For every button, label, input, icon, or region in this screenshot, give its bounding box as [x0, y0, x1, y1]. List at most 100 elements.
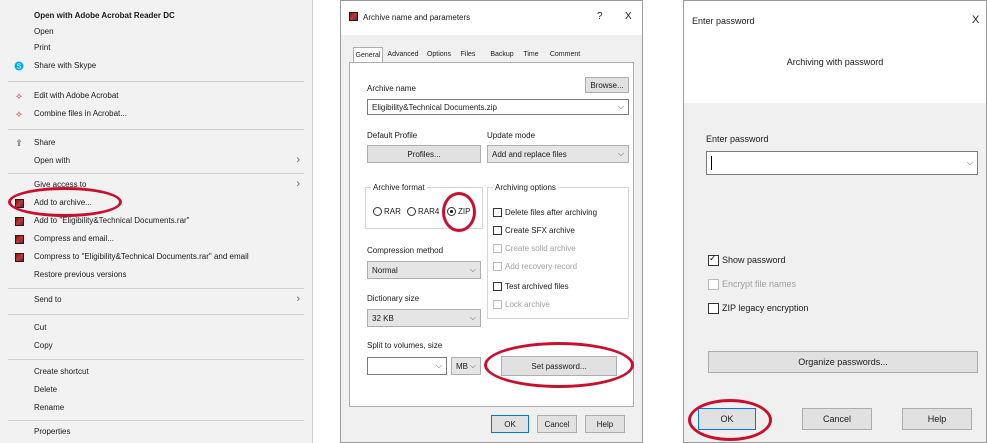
menu-item-combine-acrobat[interactable]: ⟡ Combine files in Acrobat... — [0, 106, 312, 122]
show-password-checkbox[interactable] — [708, 253, 719, 266]
create-sfx-label: Create SFX archive — [505, 226, 575, 235]
tab-advanced[interactable]: Advanced — [385, 47, 421, 62]
title-bar: Archive name and parameters ? X — [341, 1, 642, 35]
create-sfx-checkbox[interactable] — [493, 226, 502, 235]
tab-time[interactable]: Time — [519, 47, 543, 62]
split-unit-select[interactable]: MB ⌵ — [451, 357, 481, 375]
test-files-checkbox[interactable] — [493, 282, 502, 291]
skype-icon: S — [14, 61, 24, 71]
menu-item-send-to[interactable]: Send to › — [0, 292, 312, 308]
winrar-icon — [14, 216, 24, 226]
share-icon: ⇪ — [15, 137, 23, 148]
update-mode-select[interactable]: Add and replace files ⌵ — [487, 145, 629, 163]
cancel-button[interactable]: Cancel — [802, 408, 872, 430]
menu-item-label: Add to "Eligibility&Technical Documents.… — [34, 216, 190, 225]
lock-archive-label: Lock archive — [505, 300, 550, 309]
tab-general[interactable]: General — [353, 47, 383, 62]
tab-options[interactable]: Options — [423, 47, 455, 62]
cancel-button[interactable]: Cancel — [537, 415, 577, 433]
menu-item-open[interactable]: Open — [0, 24, 312, 40]
chevron-right-icon: › — [296, 154, 300, 166]
default-profile-label: Default Profile — [367, 131, 418, 140]
context-menu: Open with Adobe Acrobat Reader DC Open P… — [0, 0, 313, 443]
help-icon[interactable]: ? — [597, 11, 603, 22]
winrar-icon — [14, 234, 24, 244]
menu-item-label: Delete — [34, 385, 58, 394]
tab-files[interactable]: Files — [457, 47, 479, 62]
menu-item-print[interactable]: Print — [0, 40, 312, 56]
password-input[interactable]: ⌵ — [706, 151, 978, 175]
lock-archive-checkbox[interactable] — [493, 300, 502, 309]
delete-files-checkbox[interactable] — [493, 208, 502, 217]
menu-item-label: Compress and email... — [34, 234, 115, 243]
menu-item-share[interactable]: ⇪ Share — [0, 135, 312, 151]
menu-item-label: Compress to "Eligibility&Technical Docum… — [34, 252, 249, 261]
menu-item-label: Open with Adobe Acrobat Reader DC — [34, 11, 175, 20]
menu-item-give-access[interactable]: Give access to › — [0, 177, 312, 193]
chevron-down-icon: ⌵ — [435, 361, 442, 370]
menu-item-label: Give access to — [34, 180, 87, 189]
menu-item-restore-versions[interactable]: Restore previous versions — [0, 267, 312, 283]
enter-password-label: Enter password — [706, 134, 769, 144]
test-files-label: Test archived files — [505, 282, 569, 291]
close-icon[interactable]: X — [972, 14, 979, 26]
menu-item-delete[interactable]: Delete — [0, 382, 312, 398]
menu-separator — [8, 81, 304, 82]
menu-item-label: Properties — [34, 427, 71, 436]
encrypt-names-checkbox[interactable] — [708, 279, 719, 290]
menu-item-create-shortcut[interactable]: Create shortcut — [0, 364, 312, 380]
menu-item-open-with[interactable]: Open with › — [0, 153, 312, 169]
split-size-input[interactable]: ⌵ — [367, 357, 447, 375]
close-icon[interactable]: X — [625, 11, 632, 22]
text-cursor — [711, 156, 712, 170]
menu-item-label: Rename — [34, 403, 65, 412]
menu-item-rename[interactable]: Rename — [0, 400, 312, 416]
menu-item-label: Open — [34, 27, 54, 36]
archive-name-value: Eligibility&Technical Documents.zip — [372, 102, 497, 112]
archive-format-label: Archive format — [371, 183, 427, 192]
tab-comment[interactable]: Comment — [545, 47, 585, 62]
show-password-label: Show password — [722, 255, 786, 265]
recovery-record-checkbox[interactable] — [493, 262, 502, 271]
menu-item-share-skype[interactable]: S Share with Skype — [0, 58, 312, 74]
menu-separator — [8, 129, 304, 130]
winrar-icon — [349, 12, 358, 21]
menu-item-label: Print — [34, 43, 51, 52]
menu-item-label: Share with Skype — [34, 61, 97, 70]
radio-zip[interactable] — [447, 207, 456, 216]
menu-item-label: Open with — [34, 156, 71, 165]
radio-rar4[interactable] — [407, 207, 416, 216]
create-solid-checkbox[interactable] — [493, 244, 502, 253]
ok-button[interactable]: OK — [491, 415, 529, 433]
menu-item-add-to-rar[interactable]: Add to "Eligibility&Technical Documents.… — [0, 213, 312, 229]
organize-passwords-button[interactable]: Organize passwords... — [708, 351, 978, 373]
recovery-record-label: Add recovery record — [505, 262, 578, 271]
ok-button[interactable]: OK — [698, 408, 756, 430]
menu-item-compress-email[interactable]: Compress and email... — [0, 231, 312, 247]
help-button[interactable]: Help — [902, 408, 972, 430]
dictionary-size-select[interactable]: 32 KB ⌵ — [367, 309, 481, 327]
menu-item-label: Edit with Adobe Acrobat — [34, 91, 119, 100]
set-password-button[interactable]: Set password... — [501, 356, 617, 376]
radio-rar[interactable] — [373, 207, 382, 216]
dialog-title: Archive name and parameters — [363, 13, 471, 22]
archive-name-input[interactable]: Eligibility&Technical Documents.zip ⌵ — [367, 99, 629, 115]
winrar-icon — [14, 198, 24, 208]
compression-method-select[interactable]: Normal ⌵ — [367, 261, 481, 279]
compression-method-value: Normal — [372, 265, 398, 275]
menu-item-compress-rar-email[interactable]: Compress to "Eligibility&Technical Docum… — [0, 249, 312, 265]
tab-backup[interactable]: Backup — [487, 47, 517, 62]
create-solid-label: Create solid archive — [505, 244, 576, 253]
browse-button[interactable]: Browse... — [585, 77, 629, 93]
help-button[interactable]: Help — [585, 415, 625, 433]
profiles-button[interactable]: Profiles... — [367, 145, 481, 163]
menu-item-properties[interactable]: Properties — [0, 424, 312, 440]
menu-item-edit-acrobat[interactable]: ⟡ Edit with Adobe Acrobat — [0, 88, 312, 104]
menu-item-add-to-archive[interactable]: Add to archive... — [0, 195, 312, 211]
menu-item-label: Restore previous versions — [34, 270, 127, 279]
menu-item-copy[interactable]: Copy — [0, 338, 312, 354]
menu-item-open-with-acrobat[interactable]: Open with Adobe Acrobat Reader DC — [0, 8, 312, 24]
menu-item-cut[interactable]: Cut — [0, 320, 312, 336]
header-area: Archiving with password — [684, 41, 986, 103]
zip-legacy-checkbox[interactable] — [708, 303, 719, 314]
